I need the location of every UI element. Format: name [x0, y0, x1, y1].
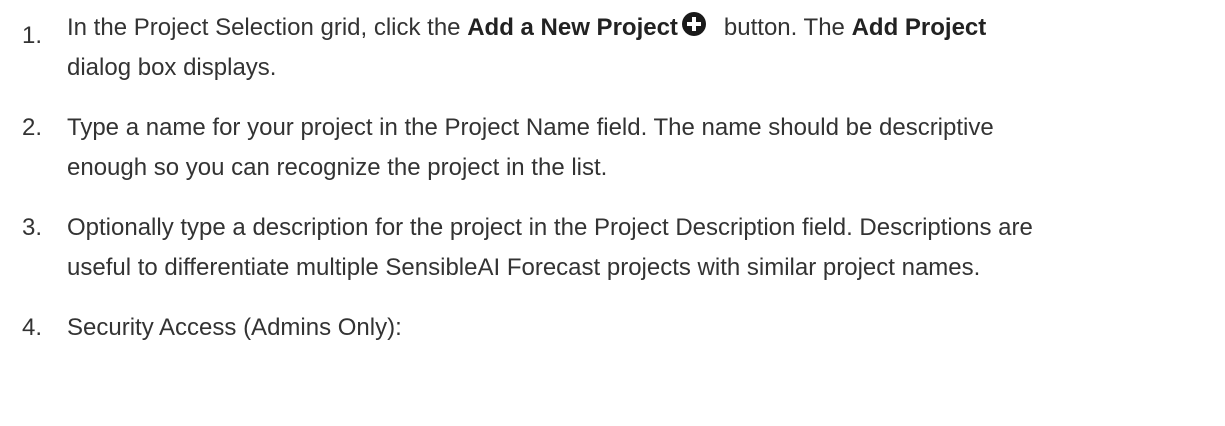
- step-number: 4.: [22, 314, 43, 341]
- list-item-step-2: 2. Type a name for your project in the P…: [0, 108, 1225, 188]
- instruction-list: 1. In the Project Selection grid, click …: [0, 8, 1225, 368]
- list-item-step-3: 3. Optionally type a description for the…: [0, 208, 1225, 288]
- step-text-line-1: Type a name for your project in the Proj…: [67, 114, 994, 141]
- step-number: 2.: [22, 114, 43, 141]
- add-new-project-label: Add a New Project: [467, 14, 678, 41]
- add-project-label: Add Project: [851, 14, 987, 41]
- step-text-line-2: dialog box displays.: [67, 54, 277, 81]
- step-text-line-2: useful to differentiate multiple Sensibl…: [67, 254, 981, 281]
- list-item-step-4: 4. Security Access (Admins Only):: [0, 308, 1225, 348]
- step-text-line-1: Optionally type a description for the pr…: [67, 214, 1033, 241]
- list-item-step-1: 1. In the Project Selection grid, click …: [0, 8, 1225, 88]
- step-text-line-1: Security Access (Admins Only):: [67, 314, 402, 341]
- step-text-line-2: enough so you can recognize the project …: [67, 154, 608, 181]
- step-text-line-1: In the Project Selection grid, click the…: [67, 12, 987, 41]
- step-number: 1.: [22, 22, 43, 49]
- step-number: 3.: [22, 214, 43, 241]
- plus-circle-icon: [681, 12, 706, 36]
